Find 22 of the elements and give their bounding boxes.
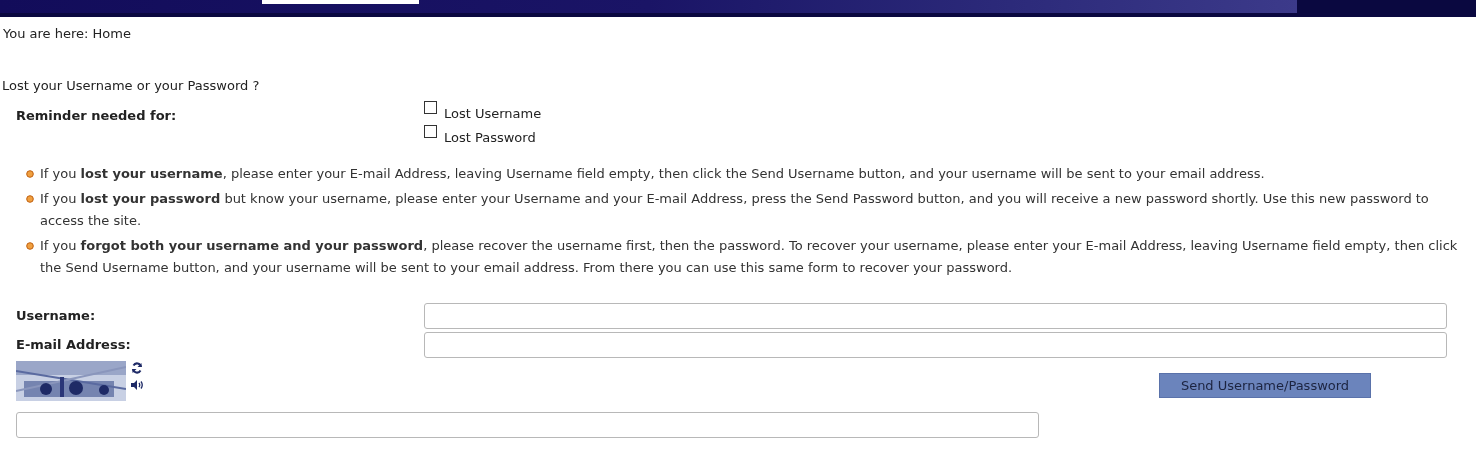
bullet-icon <box>26 242 34 250</box>
send-button[interactable]: Send Username/Password <box>1159 373 1371 398</box>
text-input-field[interactable] <box>424 303 1447 329</box>
speaker-icon[interactable] <box>131 380 143 390</box>
instruction-text: If you forgot both your username and your password, please recover the username first, then the password. To recover your username, please enter your E-mail Address, leaving Username field empty, then click the Send Username button, and your username will be sent to your email address. From there you can use this same form to recover your password. <box>40 237 1459 277</box>
text-input-field[interactable] <box>424 332 1447 358</box>
checkbox[interactable] <box>424 125 437 138</box>
instruction-text: If you lost your username, please enter your E-mail Address, leaving Username field empty, then click the Send Username button, and your username will be sent to your email address. <box>40 165 1265 183</box>
captcha-input-field[interactable] <box>16 412 1039 438</box>
form-label: Reminder needed for: <box>15 108 178 125</box>
checkbox-label: Lost Username <box>444 106 542 122</box>
refresh-icon[interactable] <box>131 362 143 374</box>
page-heading: Lost your Username or your Password ? <box>1 78 261 94</box>
breadcrumb: You are here: Home <box>2 26 132 42</box>
checkbox-label: Lost Password <box>444 130 536 146</box>
instruction-text: If you lost your password but know your username, please enter your Username and your E-mail Address, press the Send Password button, and you will receive a new password shortly. Use this new password to access the site. <box>40 190 1430 230</box>
checkbox[interactable] <box>424 101 437 114</box>
field-label: Username: <box>15 307 97 326</box>
bullet-icon <box>26 195 34 203</box>
search-field[interactable] <box>262 0 419 4</box>
bullet-icon <box>26 170 34 178</box>
field-label: E-mail Address: <box>15 336 132 355</box>
